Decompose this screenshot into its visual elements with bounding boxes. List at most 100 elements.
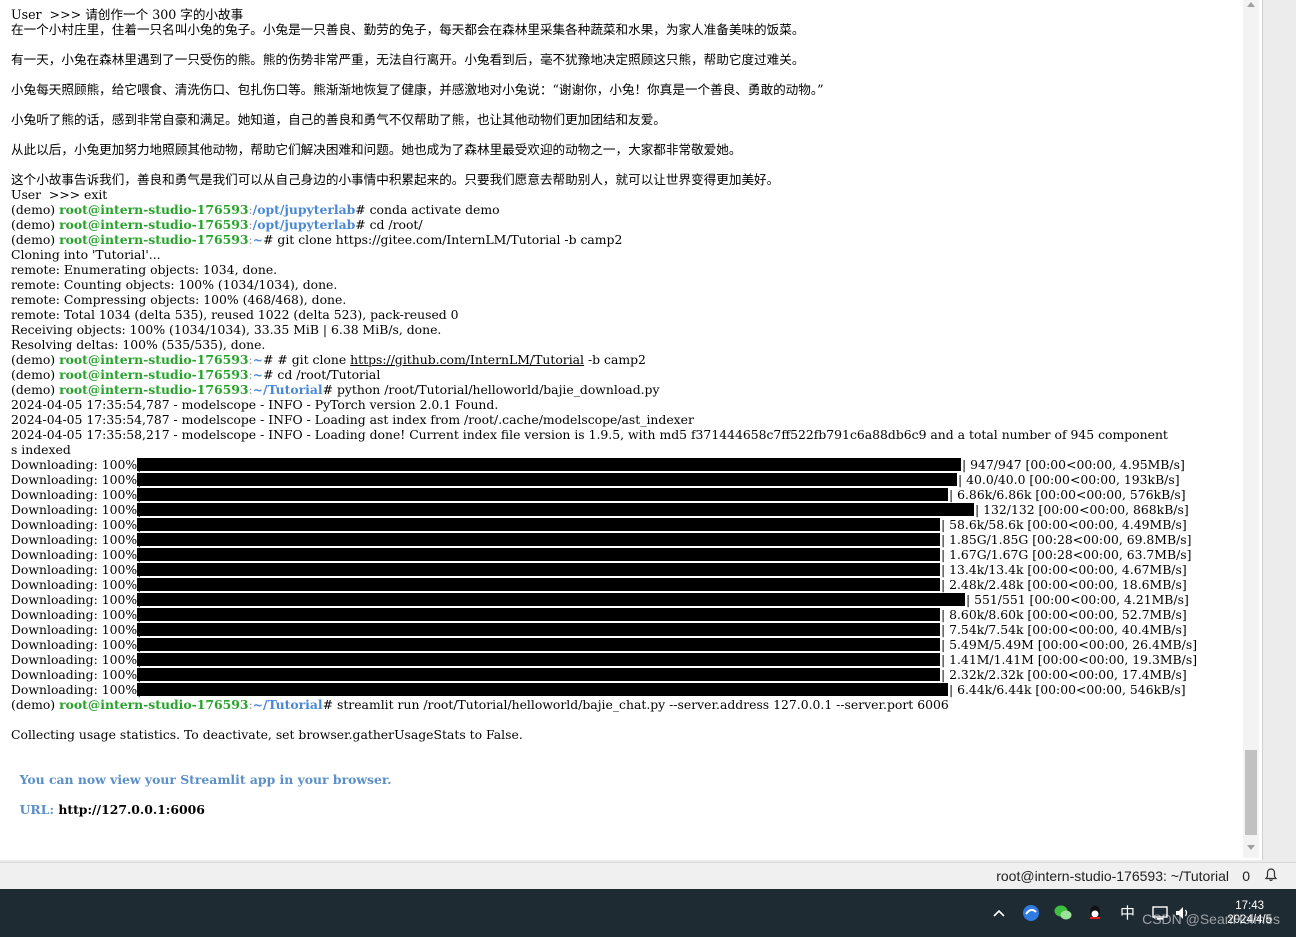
terminal-line: (demo) root@intern-studio-176593:~/Tutor… — [11, 697, 949, 712]
terminal-line: (demo) root@intern-studio-176593:/opt/ju… — [11, 202, 500, 217]
terminal-title: root@intern-studio-176593: ~/Tutorial — [996, 868, 1229, 884]
prompt-host: root@intern-studio-176593 — [59, 202, 249, 217]
prompt-env: (demo) — [11, 352, 60, 367]
terminal-line: Receiving objects: 100% (1034/1034), 33.… — [11, 322, 442, 337]
terminal-line: User >>> 请创作一个 300 字的小故事 — [11, 7, 244, 22]
terminal-line: User >>> exit — [11, 187, 108, 202]
streamlit-url-link[interactable]: http://127.0.0.1:6006 — [58, 802, 204, 817]
download-label: Downloading: 100%| — [11, 652, 142, 667]
terminal-line: (demo) root@intern-studio-176593:~# # gi… — [11, 352, 646, 367]
prompt-path: /opt/jupyterlab — [252, 217, 356, 232]
command-url-link[interactable]: https://github.com/InternLM/Tutorial — [350, 352, 584, 367]
prompt-path: ~/Tutorial — [252, 382, 323, 397]
terminal-line: (demo) root@intern-studio-176593:~/Tutor… — [11, 382, 660, 397]
download-stats: | 58.6k/58.6k [00:00<00:00, 4.49MB/s] — [941, 517, 1187, 532]
download-label: Downloading: 100%| — [11, 667, 142, 682]
prompt-path: ~ — [252, 232, 264, 247]
download-progress-bar — [137, 563, 940, 576]
vertical-scrollbar[interactable] — [1243, 0, 1259, 858]
prompt-command: # conda activate demo — [355, 202, 500, 217]
download-label: Downloading: 100%| — [11, 457, 142, 472]
prompt-path: ~ — [252, 367, 264, 382]
terminal-line: 从此以后，小兔更加努力地照顾其他动物，帮助它们解决困难和问题。她也成为了森林里最… — [11, 142, 742, 157]
download-stats: | 132/132 [00:00<00:00, 868kB/s] — [975, 502, 1189, 517]
ime-indicator[interactable]: 中 — [1120, 902, 1135, 923]
terminal-line: Cloning into 'Tutorial'... — [11, 247, 161, 262]
prompt-command: -b camp2 — [584, 352, 646, 367]
terminal-line: 有一天，小兔在森林里遇到了一只受伤的熊。熊的伤势非常严重，无法自行离开。小兔看到… — [11, 52, 805, 67]
download-progress-bar — [137, 458, 961, 471]
terminal-line: 小兔每天照顾熊，给它喂食、清洗伤口、包扎伤口等。熊渐渐地恢复了健康，并感激地对小… — [11, 82, 824, 97]
prompt-host: root@intern-studio-176593 — [59, 382, 249, 397]
terminal-line: remote: Compressing objects: 100% (468/4… — [11, 292, 347, 307]
terminal-line: remote: Enumerating objects: 1034, done. — [11, 262, 278, 277]
terminal-line: 小兔听了熊的话，感到非常自豪和满足。她知道，自己的善良和勇气不仅帮助了熊，也让其… — [11, 112, 666, 127]
prompt-host: root@intern-studio-176593 — [59, 217, 249, 232]
terminal-line: remote: Total 1034 (delta 535), reused 1… — [11, 307, 459, 322]
prompt-host: root@intern-studio-176593 — [59, 367, 249, 382]
download-stats: | 947/947 [00:00<00:00, 4.95MB/s] — [962, 457, 1185, 472]
terminal-line: 2024-04-05 17:35:54,787 - modelscope - I… — [11, 397, 499, 412]
terminal-line: s indexed — [11, 442, 71, 457]
prompt-env: (demo) — [11, 202, 60, 217]
download-label: Downloading: 100%| — [11, 532, 142, 547]
download-stats: | 5.49M/5.49M [00:00<00:00, 26.4MB/s] — [941, 637, 1198, 652]
download-stats: | 7.54k/7.54k [00:00<00:00, 40.4MB/s] — [941, 622, 1187, 637]
download-progress-bar — [137, 488, 948, 501]
download-stats: | 1.41M/1.41M [00:00<00:00, 19.3MB/s] — [941, 652, 1198, 667]
download-progress-bar — [137, 503, 974, 516]
terminal-window[interactable]: User >>> 请创作一个 300 字的小故事 在一个小村庄里，住着一只名叫小兔… — [0, 0, 1263, 860]
prompt-host: root@intern-studio-176593 — [59, 352, 249, 367]
terminal-line: (demo) root@intern-studio-176593:~# cd /… — [11, 367, 380, 382]
bell-icon[interactable] — [1264, 868, 1278, 882]
scrollbar-thumb[interactable] — [1245, 750, 1257, 835]
prompt-path: ~/Tutorial — [252, 697, 323, 712]
download-stats: | 551/551 [00:00<00:00, 4.21MB/s] — [966, 592, 1189, 607]
chevron-up-icon[interactable] — [989, 903, 1009, 923]
status-bar: root@intern-studio-176593: ~/Tutorial 0 — [0, 862, 1296, 889]
download-label: Downloading: 100%| — [11, 637, 142, 652]
terminal-line: Resolving deltas: 100% (535/535), done. — [11, 337, 266, 352]
wechat-icon[interactable] — [1053, 903, 1073, 923]
download-progress-bar — [137, 533, 940, 546]
prompt-command: # cd /root/ — [355, 217, 423, 232]
prompt-env: (demo) — [11, 232, 60, 247]
terminal-line: 2024-04-05 17:35:54,787 - modelscope - I… — [11, 412, 694, 427]
scroll-down-icon[interactable] — [1247, 845, 1255, 850]
download-stats: | 13.4k/13.4k [00:00<00:00, 4.67MB/s] — [941, 562, 1187, 577]
download-stats: | 2.32k/2.32k [00:00<00:00, 17.4MB/s] — [941, 667, 1187, 682]
download-label: Downloading: 100%| — [11, 517, 142, 532]
prompt-command: # python /root/Tutorial/helloworld/bajie… — [322, 382, 660, 397]
prompt-command: # # git clone — [263, 352, 351, 367]
taskbar: 中 17:43 2024/4/5 CSDN @SeanHolmes — [0, 889, 1296, 937]
terminal-line: 这个小故事告诉我们，善良和勇气是我们可以从自己身边的小事情中积累起来的。只要我们… — [11, 172, 780, 187]
prompt-env: (demo) — [11, 382, 60, 397]
browser-icon[interactable] — [1021, 903, 1041, 923]
download-stats: | 1.85G/1.85G [00:28<00:00, 69.8MB/s] — [941, 532, 1192, 547]
download-stats: | 6.44k/6.44k [00:00<00:00, 546kB/s] — [949, 682, 1186, 697]
prompt-path: /opt/jupyterlab — [252, 202, 356, 217]
download-stats: | 6.86k/6.86k [00:00<00:00, 576kB/s] — [949, 487, 1186, 502]
download-label: Downloading: 100%| — [11, 487, 142, 502]
prompt-command: # streamlit run /root/Tutorial/helloworl… — [322, 697, 949, 712]
qq-icon[interactable] — [1085, 903, 1105, 923]
prompt-command: # cd /root/Tutorial — [263, 367, 381, 382]
download-stats: | 1.67G/1.67G [00:28<00:00, 63.7MB/s] — [941, 547, 1192, 562]
download-progress-bar — [137, 668, 940, 681]
prompt-env: (demo) — [11, 367, 60, 382]
download-progress-bar — [137, 653, 940, 666]
terminal-line: 2024-04-05 17:35:58,217 - modelscope - I… — [11, 427, 1168, 442]
notification-count: 0 — [1242, 868, 1250, 884]
terminal-line: URL: http://127.0.0.1:6006 — [11, 802, 205, 817]
scroll-up-icon[interactable] — [1247, 2, 1255, 7]
prompt-path: ~ — [252, 352, 264, 367]
terminal-line: remote: Counting objects: 100% (1034/103… — [11, 277, 338, 292]
terminal-line: 在一个小村庄里，住着一只名叫小兔的兔子。小兔是一只善良、勤劳的兔子，每天都会在森… — [11, 22, 805, 37]
prompt-host: root@intern-studio-176593 — [59, 697, 249, 712]
prompt-command: # git clone https://gitee.com/InternLM/T… — [263, 232, 623, 247]
download-progress-bar — [137, 518, 940, 531]
download-label: Downloading: 100%| — [11, 562, 142, 577]
download-progress-bar — [137, 623, 940, 636]
download-stats: | 2.48k/2.48k [00:00<00:00, 18.6MB/s] — [941, 577, 1187, 592]
watermark: CSDN @SeanHolmes — [1142, 911, 1280, 927]
